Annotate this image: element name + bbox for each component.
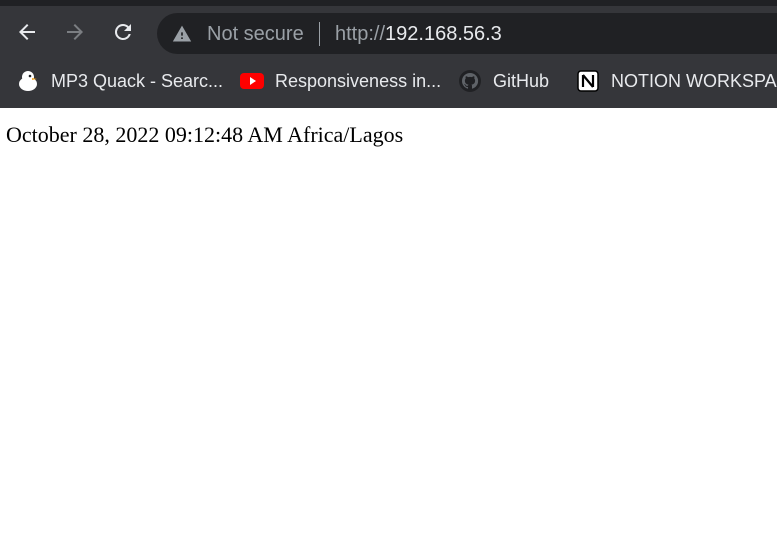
security-status-label[interactable]: Not secure bbox=[207, 20, 304, 48]
browser-chrome: Not secure http://192.168.56.3 MP3 Quack… bbox=[0, 0, 777, 108]
url-text[interactable]: http://192.168.56.3 bbox=[335, 20, 502, 48]
github-icon bbox=[458, 69, 482, 93]
datetime-text: October 28, 2022 09:12:48 AM Africa/Lago… bbox=[6, 122, 404, 147]
arrow-right-icon bbox=[67, 24, 83, 40]
duck-icon bbox=[16, 69, 40, 93]
bookmark-mp3-quack[interactable]: MP3 Quack - Searc... bbox=[16, 66, 223, 96]
page-content: October 28, 2022 09:12:48 AM Africa/Lago… bbox=[0, 108, 777, 546]
bookmark-label: MP3 Quack - Searc... bbox=[51, 70, 224, 91]
youtube-icon bbox=[240, 69, 264, 93]
forward-button[interactable] bbox=[59, 16, 91, 48]
reload-button[interactable] bbox=[107, 16, 139, 48]
url-scheme: http:// bbox=[335, 23, 386, 45]
notion-icon bbox=[576, 69, 600, 93]
bookmark-notion[interactable]: NOTION WORKSPA... bbox=[576, 66, 777, 96]
arrow-left-icon bbox=[19, 24, 35, 40]
back-button[interactable] bbox=[11, 16, 43, 48]
bookmark-label: Responsiveness in... bbox=[275, 70, 442, 91]
bookmark-label: NOTION WORKSPA... bbox=[611, 70, 777, 91]
bookmark-github[interactable]: GitHub bbox=[458, 66, 549, 96]
bookmark-responsiveness[interactable]: Responsiveness in... bbox=[240, 66, 441, 96]
url-host: 192.168.56.3 bbox=[385, 23, 502, 45]
reload-icon bbox=[114, 23, 131, 40]
omnibox-divider bbox=[319, 22, 320, 46]
tab-strip bbox=[0, 0, 777, 6]
warning-icon[interactable] bbox=[172, 24, 192, 44]
bookmark-label: GitHub bbox=[493, 70, 550, 91]
